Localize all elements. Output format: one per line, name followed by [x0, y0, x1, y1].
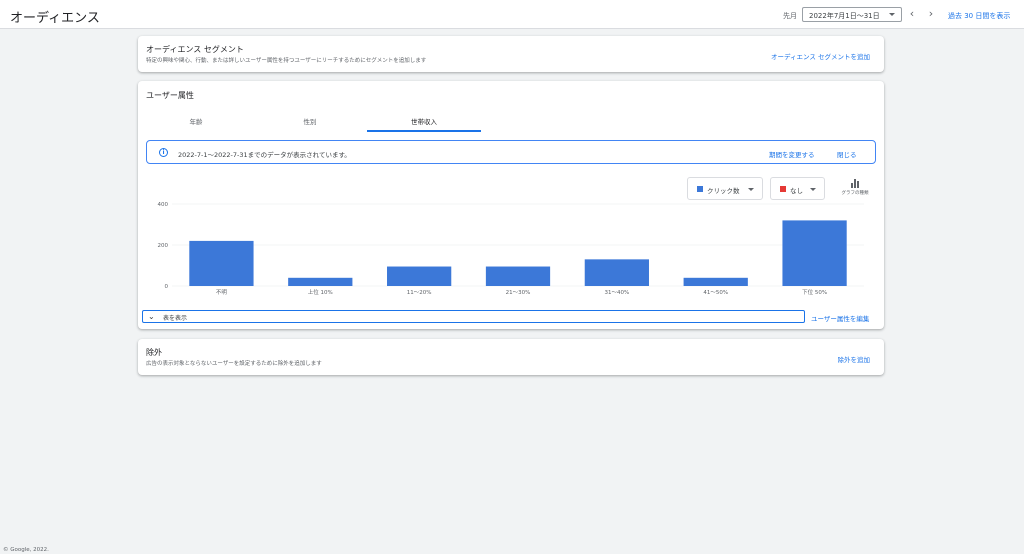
bar[interactable]: [288, 277, 353, 286]
edit-demographics-link[interactable]: ユーザー属性を編集: [811, 313, 869, 323]
add-exclusion-link[interactable]: 除外を追加: [838, 354, 871, 364]
secondary-metric-swatch: [780, 186, 786, 192]
x-tick-label: 21～30%: [506, 290, 531, 296]
last-30-days-link[interactable]: 過去 30 日間を表示: [948, 11, 1010, 21]
show-table-label: 表を表示: [163, 315, 188, 322]
y-tick-label: 200: [158, 243, 169, 249]
x-tick-label: 31～40%: [604, 290, 629, 296]
bar[interactable]: [189, 240, 254, 286]
income-bar-chart: 0 200 400 不明 上位 10% 11～20% 21～30% 31～40% 41～50% 下…: [158, 202, 864, 296]
date-range-select[interactable]: 2022年7月1日～31日: [802, 7, 902, 22]
period-label: 先月: [783, 12, 797, 20]
segments-title: オーディエンス セグメント: [146, 45, 244, 54]
close-banner-link[interactable]: 閉じる: [837, 149, 857, 159]
segments-subtitle: 特定の興味や関心、行動、または詳しいユーザー属性を持つユーザーにリーチするために…: [146, 58, 427, 64]
exclusions-subtitle: 広告の表示対象とならないユーザーを設定するために除外を追加します: [146, 361, 322, 367]
primary-metric-label: クリック数: [707, 187, 740, 195]
show-table-button[interactable]: ⌄ 表を表示: [142, 310, 805, 323]
date-range-value: 2022年7月1日～31日: [809, 12, 880, 20]
bar[interactable]: [387, 266, 452, 286]
primary-metric-select[interactable]: クリック数: [687, 177, 763, 200]
page-title: オーディエンス: [10, 11, 100, 26]
info-icon: i: [159, 148, 168, 157]
segments-card: オーディエンス セグメント 特定の興味や関心、行動、または詳しいユーザー属性を持…: [138, 36, 884, 72]
x-tick-label: 上位 10%: [308, 288, 333, 296]
chart-type-label: グラフの種類: [841, 191, 869, 196]
bar[interactable]: [782, 220, 847, 286]
chart-type-button[interactable]: グラフの種類: [838, 179, 872, 196]
bar-chart-icon: [851, 179, 859, 188]
y-tick-label: 400: [158, 202, 169, 208]
y-tick-label: 0: [165, 284, 169, 290]
tab-gender[interactable]: 性別: [253, 116, 367, 126]
caret-down-icon: [810, 188, 816, 191]
x-tick-label: 11～20%: [407, 290, 432, 296]
exclusions-title: 除外: [146, 348, 162, 357]
caret-down-icon: [889, 13, 895, 16]
info-banner: i 2022-7-1～2022-7-31までのデータが表示されています。 期間を…: [146, 140, 876, 164]
tab-household-income[interactable]: 世帯収入: [367, 116, 481, 126]
x-tick-label: 41～50%: [703, 290, 728, 296]
tab-age[interactable]: 年齢: [139, 116, 253, 126]
change-period-link[interactable]: 期間を変更する: [769, 149, 815, 159]
x-tick-label: 不明: [216, 289, 228, 296]
add-segment-link[interactable]: オーディエンス セグメントを追加: [771, 51, 870, 61]
active-tab-indicator: [367, 130, 481, 132]
chevron-right-icon[interactable]: ›: [925, 7, 937, 21]
secondary-metric-label: なし: [790, 187, 803, 195]
demographics-title: ユーザー属性: [146, 91, 194, 100]
chevron-left-icon[interactable]: ‹: [906, 7, 918, 21]
primary-metric-swatch: [697, 186, 703, 192]
exclusions-card: 除外 広告の表示対象とならないユーザーを設定するために除外を追加します 除外を追…: [138, 339, 884, 375]
secondary-metric-select[interactable]: なし: [770, 177, 825, 200]
chevron-down-icon: ⌄: [148, 312, 155, 321]
top-bar: オーディエンス 先月 2022年7月1日～31日 ‹ › 過去 30 日間を表示: [0, 0, 1024, 29]
x-tick-label: 下位 50%: [802, 288, 827, 296]
bar[interactable]: [683, 277, 748, 286]
footer-copyright: © Google, 2022.: [3, 547, 49, 553]
info-text: 2022-7-1～2022-7-31までのデータが表示されています。: [178, 151, 351, 159]
bar[interactable]: [584, 259, 649, 286]
bar[interactable]: [485, 266, 551, 286]
caret-down-icon: [748, 188, 754, 191]
